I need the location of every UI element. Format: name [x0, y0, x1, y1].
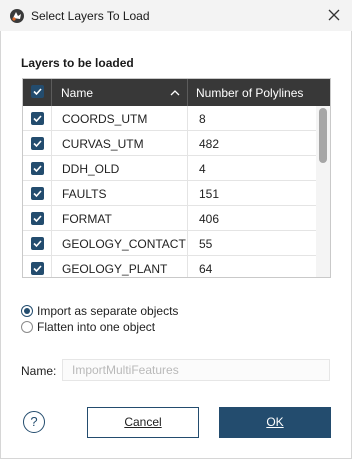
- column-header-name[interactable]: Name: [52, 79, 188, 106]
- checkmark-icon: [33, 240, 42, 248]
- table-row[interactable]: FAULTS 151: [23, 181, 316, 206]
- scrollbar-thumb[interactable]: [319, 108, 327, 163]
- table-row[interactable]: DDH_OLD 4: [23, 156, 316, 181]
- row-checkbox[interactable]: [31, 112, 44, 125]
- polyline-count: 55: [199, 237, 213, 251]
- close-icon[interactable]: [325, 6, 343, 24]
- chevron-up-icon: [170, 87, 180, 97]
- select-all-checkbox[interactable]: [31, 85, 44, 98]
- ok-button[interactable]: OK: [219, 407, 331, 438]
- app-icon: [9, 8, 25, 24]
- layer-name: COORDS_UTM: [52, 106, 188, 131]
- name-label: Name:: [21, 364, 57, 378]
- row-checkbox[interactable]: [31, 237, 44, 250]
- column-header-count-label: Number of Polylines: [196, 86, 304, 100]
- window-title: Select Layers To Load: [31, 9, 150, 23]
- polyline-count: 151: [199, 187, 220, 201]
- checkmark-icon: [33, 140, 42, 148]
- option-label: Flatten into one object: [37, 320, 156, 334]
- table-header: Name Number of Polylines: [23, 79, 330, 106]
- layers-table: Name Number of Polylines COORDS_UTM 8 CU…: [22, 78, 331, 278]
- checkmark-icon: [33, 115, 42, 123]
- layer-name: FAULTS: [52, 181, 188, 206]
- option-label: Import as separate objects: [37, 304, 179, 318]
- name-input[interactable]: [62, 359, 330, 381]
- table-row[interactable]: CURVAS_UTM 482: [23, 131, 316, 156]
- checkmark-icon: [33, 265, 42, 273]
- table-row[interactable]: COORDS_UTM 8: [23, 106, 316, 131]
- cancel-button[interactable]: Cancel: [87, 407, 199, 438]
- layer-name: CURVAS_UTM: [52, 131, 188, 156]
- row-checkbox[interactable]: [31, 212, 44, 225]
- table-scrollbar[interactable]: [316, 106, 330, 277]
- column-header-name-label: Name: [61, 86, 94, 100]
- layer-name: DDH_OLD: [52, 156, 188, 181]
- table-row[interactable]: GEOLOGY_PLANT 64: [23, 256, 316, 277]
- checkmark-icon: [33, 88, 42, 96]
- row-checkbox[interactable]: [31, 137, 44, 150]
- section-title: Layers to be loaded: [21, 56, 134, 70]
- polyline-count: 64: [199, 262, 213, 276]
- layer-name: GEOLOGY_CONTACT: [52, 231, 188, 256]
- polyline-count: 8: [199, 112, 206, 126]
- table-row[interactable]: GEOLOGY_CONTACT 55: [23, 231, 316, 256]
- row-checkbox[interactable]: [31, 162, 44, 175]
- checkmark-icon: [33, 215, 42, 223]
- select-all-cell[interactable]: [23, 79, 52, 106]
- polyline-count: 406: [199, 212, 220, 226]
- polyline-count: 482: [199, 137, 220, 151]
- column-header-count[interactable]: Number of Polylines: [188, 79, 316, 106]
- polyline-count: 4: [199, 162, 206, 176]
- radio-separate-objects[interactable]: [21, 305, 33, 317]
- row-checkbox[interactable]: [31, 187, 44, 200]
- title-bar: Select Layers To Load: [0, 0, 352, 31]
- layer-name: GEOLOGY_PLANT: [52, 256, 188, 277]
- help-icon[interactable]: ?: [23, 411, 45, 433]
- checkmark-icon: [33, 165, 42, 173]
- checkmark-icon: [33, 190, 42, 198]
- table-row[interactable]: FORMAT 406: [23, 206, 316, 231]
- radio-flatten[interactable]: [21, 321, 33, 333]
- layer-name: FORMAT: [52, 206, 188, 231]
- row-checkbox[interactable]: [31, 262, 44, 275]
- table-body: COORDS_UTM 8 CURVAS_UTM 482 DDH_OLD 4 FA…: [23, 106, 316, 277]
